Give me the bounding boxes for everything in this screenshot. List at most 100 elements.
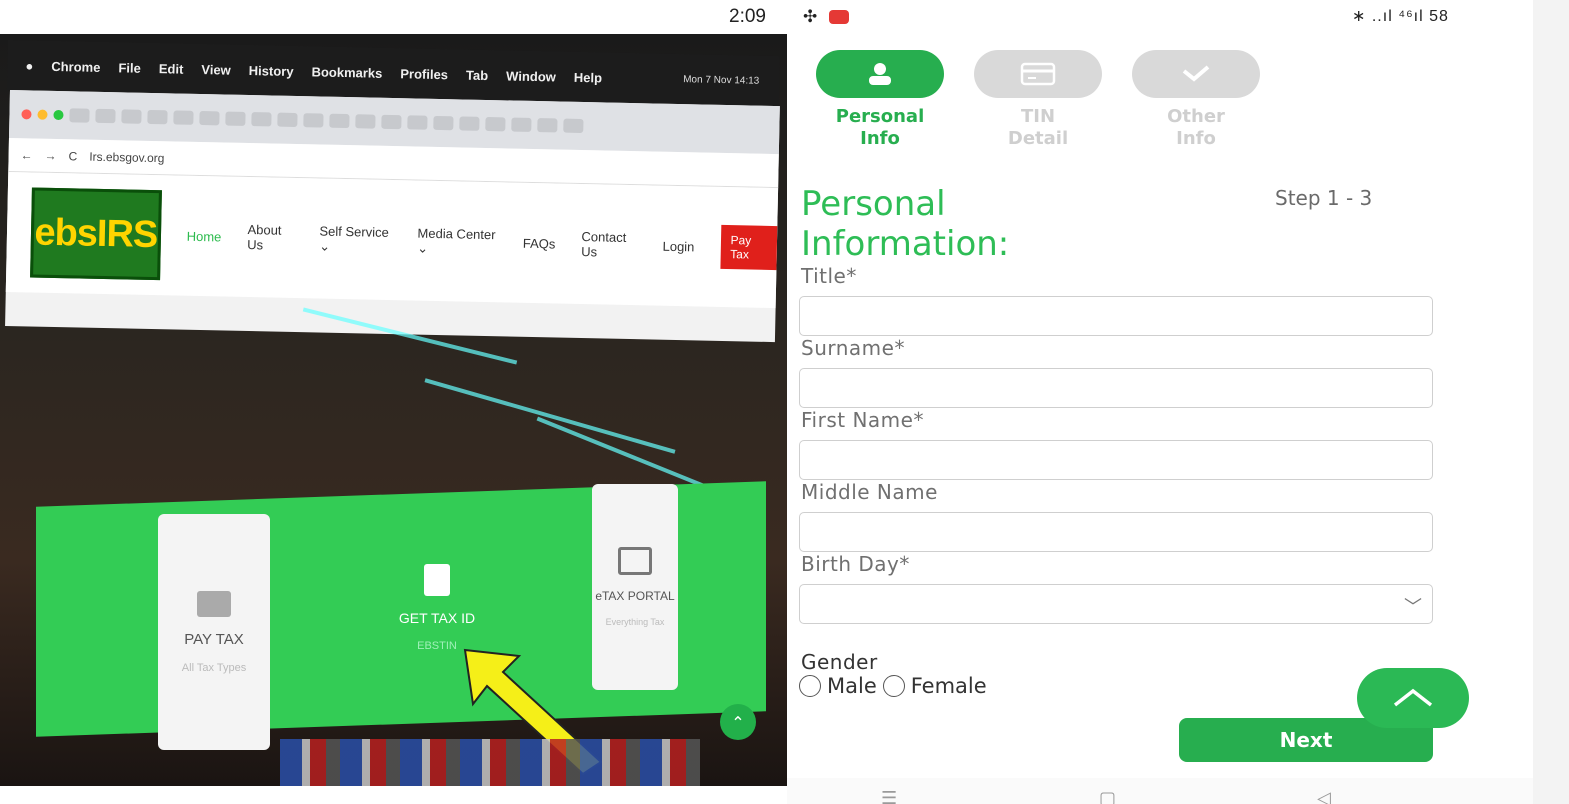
scroll-up-small-icon[interactable]: ⌃ [720, 704, 756, 740]
browser-tab[interactable] [303, 113, 324, 128]
step-label-line2: Detail [1007, 128, 1069, 149]
phone-screen: 2:09 ✣ ∗ ..ıl ⁴⁶ıl 58 Personal Info TIN … [729, 0, 1569, 804]
browser-tab[interactable] [537, 118, 558, 133]
mac-clock: Mon 7 Nov 14:13 [683, 73, 760, 87]
step-counter: Step 1 - 3 [1275, 186, 1373, 210]
status-icons-left: ✣ [803, 7, 850, 27]
url-field[interactable]: Irs.ebsgov.org [89, 149, 164, 165]
nav-faqs[interactable]: FAQs [523, 235, 556, 251]
browser-tab[interactable] [511, 117, 532, 132]
step-label-line1: Personal [835, 106, 925, 127]
first-name-label: First Name* [801, 408, 924, 432]
minimize-window-icon[interactable] [37, 109, 48, 120]
title-input[interactable] [799, 296, 1433, 336]
step-label: TIN Detail [1008, 106, 1068, 150]
nav-about-us[interactable]: About Us [247, 222, 294, 253]
browser-tab[interactable] [433, 115, 454, 131]
menubar-item[interactable]: Window [506, 68, 556, 84]
back-icon[interactable]: ◁ [1317, 788, 1331, 804]
page-title-line2: Information: [801, 224, 1010, 264]
laptop-photo: ● Chrome File Edit View History Bookmark… [0, 34, 787, 786]
pay-tax-nav-button[interactable]: Pay Tax [719, 224, 778, 271]
nav-media-center[interactable]: Media Center ⌄ [417, 225, 497, 258]
gender-radio-group: Male Female [799, 674, 987, 698]
user-icon [816, 50, 944, 98]
reload-icon[interactable]: C [68, 149, 77, 163]
menubar-item[interactable]: File [118, 60, 141, 75]
menubar-item[interactable]: History [249, 63, 294, 79]
browser-tab[interactable] [381, 114, 402, 130]
browser-tab[interactable] [95, 108, 116, 124]
browser-tab[interactable] [329, 113, 350, 129]
browser-tab[interactable] [563, 118, 584, 134]
credit-card-icon [197, 590, 231, 617]
home-icon[interactable]: ▢ [1099, 788, 1116, 804]
pay-tax-card-label: PAY TAX [184, 630, 244, 648]
first-name-input[interactable] [799, 440, 1433, 480]
id-card-icon [424, 564, 450, 596]
step-other-info[interactable]: Other Info [1117, 50, 1275, 150]
browser-tab[interactable] [199, 110, 220, 126]
logo-text: ebsIRS [34, 211, 158, 256]
browser-tab[interactable] [485, 116, 506, 132]
step-label: Other Info [1167, 106, 1225, 150]
etax-portal-label: eTAX PORTAL [595, 589, 675, 603]
scroll-to-top-button[interactable] [1357, 668, 1469, 728]
step-tin-detail[interactable]: TIN Detail [959, 50, 1117, 150]
nav-self-service[interactable]: Self Service ⌄ [319, 223, 392, 256]
browser-tab[interactable] [69, 108, 90, 123]
pay-tax-card-sub: All Tax Types [181, 661, 247, 674]
step-label-line1: Other [1167, 106, 1225, 127]
status-icons-right: ∗ ..ıl ⁴⁶ıl 58 [1352, 8, 1449, 25]
card-icon [974, 50, 1102, 98]
bridge-light [424, 378, 676, 454]
browser-tab[interactable] [225, 111, 246, 126]
recording-icon [829, 10, 850, 24]
pay-tax-card[interactable]: PAY TAX All Tax Types [158, 514, 270, 750]
birth-day-select[interactable]: ﹀ [799, 584, 1433, 624]
middle-name-input[interactable] [799, 512, 1433, 552]
browser-tab[interactable] [407, 115, 428, 130]
close-window-icon[interactable] [21, 109, 32, 120]
maximize-window-icon[interactable] [53, 109, 64, 121]
male-label: Male [827, 674, 877, 698]
browser-tab[interactable] [277, 112, 298, 128]
step-personal-info[interactable]: Personal Info [801, 50, 959, 150]
nav-login[interactable]: Login [662, 238, 694, 254]
page-title: Personal Information: [801, 184, 1009, 264]
surname-input[interactable] [799, 368, 1433, 408]
browser-tab[interactable] [147, 109, 168, 125]
male-radio[interactable] [799, 675, 821, 697]
menu-icon[interactable]: ☰ [881, 788, 897, 804]
menubar-item[interactable]: Profiles [400, 66, 448, 82]
get-tax-id-card[interactable]: GET TAX ID EBSTIN [392, 564, 482, 652]
female-radio[interactable] [882, 675, 905, 697]
browser-tab[interactable] [459, 116, 480, 131]
browser-tab[interactable] [173, 110, 194, 125]
menubar-item[interactable]: Chrome [51, 58, 100, 74]
ebsirs-logo[interactable]: ebsIRS [30, 187, 162, 281]
browser-tab[interactable] [251, 112, 272, 127]
back-arrow-icon[interactable]: ← [20, 148, 32, 162]
get-tax-id-sub: EBSTIN [417, 640, 457, 652]
menubar-item[interactable]: Help [574, 69, 602, 85]
surname-label: Surname* [801, 336, 905, 360]
status-bar: 2:09 ✣ ∗ ..ıl ⁴⁶ıl 58 [729, 0, 1569, 34]
gender-label: Gender [801, 650, 878, 674]
nav-home[interactable]: Home [187, 228, 222, 244]
page-title-line1: Personal [801, 184, 946, 224]
menubar-item[interactable]: Edit [159, 61, 184, 77]
menubar-item[interactable]: Tab [466, 67, 488, 82]
menubar-item[interactable]: Bookmarks [311, 64, 382, 80]
birth-day-label: Birth Day* [801, 552, 910, 576]
browser-tab[interactable] [121, 109, 142, 124]
menubar-item[interactable]: View [201, 62, 231, 78]
monitor-icon [618, 547, 652, 575]
middle-name-label: Middle Name [801, 480, 938, 504]
step-label-line2: Info [860, 128, 900, 149]
forward-arrow-icon[interactable]: → [44, 148, 56, 162]
nav-contact-us[interactable]: Contact Us [581, 229, 637, 260]
apple-icon[interactable]: ● [25, 58, 33, 73]
browser-tab[interactable] [355, 114, 376, 129]
step-label-line1: TIN [1020, 106, 1056, 127]
